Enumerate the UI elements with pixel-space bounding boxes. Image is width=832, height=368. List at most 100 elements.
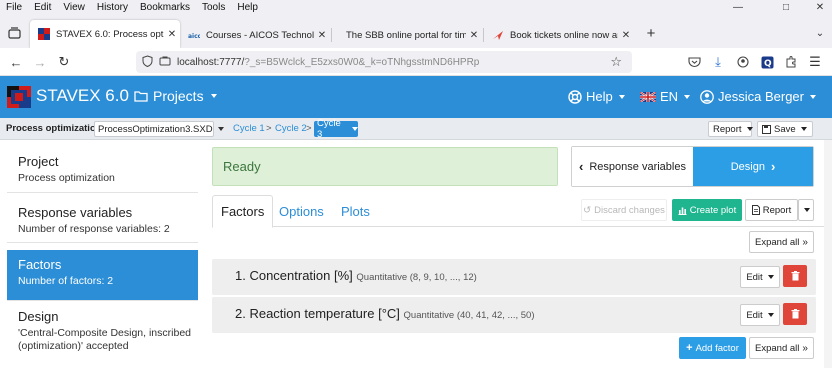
next-step-label: Design — [730, 160, 765, 173]
report-menu-button[interactable]: Report — [708, 121, 753, 137]
sidebar-item-title: Response variables — [18, 205, 133, 220]
tab-stavex[interactable]: STAVEX 6.0: Process optimization ✕ — [30, 20, 180, 48]
tab-aicos[interactable]: aicos Courses - AICOS Technologies AG ✕ — [180, 21, 330, 49]
tab-sbb[interactable]: The SBB online portal for timetable ✕ — [332, 21, 482, 49]
create-plot-label: Create plot — [689, 204, 737, 216]
list-tabs-icon[interactable]: ⌄ — [812, 25, 828, 41]
close-tab-icon[interactable]: ✕ — [466, 30, 482, 41]
cycle-3-select[interactable]: Cycle 3 — [314, 118, 358, 140]
close-tab-icon[interactable]: ✕ — [314, 30, 330, 41]
expand-all-button-bottom[interactable]: Expand all » — [749, 337, 814, 359]
cycle-1-link[interactable]: Cycle 1 — [233, 123, 265, 134]
tab-overview-icon[interactable] — [6, 25, 22, 41]
pocket-icon[interactable] — [686, 54, 702, 70]
downloads-icon[interactable]: ⤓ — [710, 54, 726, 70]
chevron-left-icon: ‹ — [579, 159, 584, 174]
sidebar-item-design[interactable]: Design 'Central-Composite Design, inscri… — [7, 302, 198, 368]
tab-factors[interactable]: Factors — [212, 195, 274, 228]
extension-icon[interactable]: Q — [759, 54, 775, 70]
stavex-logo-icon[interactable] — [7, 86, 31, 111]
trash-icon — [791, 309, 799, 319]
tab-title: Book tickets online now and fly — [510, 29, 618, 41]
svg-text:aicos: aicos — [188, 33, 200, 40]
folder-icon — [134, 91, 148, 102]
edit-factor-button[interactable]: Edit — [740, 304, 780, 326]
plane-favicon-icon — [492, 29, 504, 41]
language-label: EN — [660, 89, 679, 104]
factor-row[interactable]: 2. Reaction temperature [°C] Quantitativ… — [212, 297, 816, 333]
report-dropdown-button[interactable] — [798, 199, 814, 221]
chevron-down-icon — [746, 127, 753, 131]
file-select[interactable]: ProcessOptimization3.SXD — [94, 121, 224, 137]
next-step-button[interactable]: Design › — [693, 147, 813, 186]
report-label: Report — [762, 204, 792, 216]
create-plot-button[interactable]: Create plot — [672, 199, 742, 221]
account-icon[interactable] — [735, 54, 751, 70]
menu-edit[interactable]: Edit — [34, 2, 51, 13]
factor-row[interactable]: 1. Concentration [%] Quantitative (8, 9,… — [212, 259, 816, 295]
factor-description: Quantitative (40, 41, 42, ..., 50) — [403, 310, 535, 321]
trash-icon — [791, 271, 799, 281]
menu-file[interactable]: File — [6, 2, 22, 13]
menu-help[interactable]: Help — [237, 2, 258, 13]
chevron-down-icon — [684, 94, 691, 99]
cycle-2-link[interactable]: Cycle 2 — [275, 123, 307, 134]
url-host: localhost:7777/ — [177, 56, 245, 68]
projects-menu[interactable]: Projects — [134, 88, 217, 104]
expand-all-button-top[interactable]: Expand all » — [749, 231, 814, 253]
app-header: STAVEX 6.0 Projects Help EN Jessica Berg… — [0, 76, 832, 118]
report-button[interactable]: Report — [745, 199, 798, 221]
close-tab-icon[interactable]: ✕ — [618, 30, 634, 41]
hamburger-menu-icon[interactable]: ☰ — [807, 54, 823, 70]
factor-name: 2. Reaction temperature [°C] — [235, 306, 400, 321]
delete-factor-button[interactable] — [783, 265, 807, 287]
edit-factor-button[interactable]: Edit — [740, 266, 780, 288]
edit-label: Edit — [746, 271, 763, 283]
wizard-navigation: ‹ Response variables Design › — [571, 146, 814, 187]
tab-plots[interactable]: Plots — [333, 195, 378, 227]
discard-changes-button[interactable]: ↺ Discard changes — [581, 199, 667, 221]
forward-icon[interactable]: → — [32, 54, 48, 70]
previous-step-button[interactable]: ‹ Response variables — [572, 147, 693, 186]
tab-options[interactable]: Options — [271, 195, 332, 227]
svg-text:Q: Q — [764, 59, 772, 69]
close-tab-icon[interactable]: ✕ — [164, 29, 180, 40]
shield-icon[interactable] — [142, 54, 153, 70]
minimize-icon[interactable]: — — [718, 0, 758, 14]
delete-factor-button[interactable] — [783, 303, 807, 325]
menu-bookmarks[interactable]: Bookmarks — [140, 2, 190, 13]
language-menu[interactable]: EN — [640, 89, 691, 104]
url-bar[interactable]: localhost:7777/?_s=B5Wclck_E5zxs0W0&_k=o… — [136, 51, 632, 73]
extensions-puzzle-icon[interactable] — [783, 54, 799, 70]
add-factor-button[interactable]: + Add factor — [679, 337, 746, 359]
bookmark-star-icon[interactable]: ☆ — [610, 54, 622, 70]
sidebar-item-response-variables[interactable]: Response variables Number of response va… — [7, 199, 198, 243]
tab-title: Courses - AICOS Technologies AG — [206, 29, 314, 41]
menu-tools[interactable]: Tools — [202, 2, 225, 13]
discard-label: Discard changes — [594, 204, 665, 216]
reload-icon[interactable]: ↻ — [56, 54, 72, 70]
tab-flights[interactable]: Book tickets online now and fly ✕ — [484, 21, 634, 49]
sidebar-item-project[interactable]: Project Process optimization — [7, 148, 198, 193]
menu-history[interactable]: History — [97, 2, 128, 13]
breadcrumb-separator: > — [266, 123, 272, 134]
user-menu[interactable]: Jessica Berger — [700, 89, 816, 104]
undo-icon: ↺ — [583, 204, 592, 216]
save-button[interactable]: Save — [757, 121, 813, 137]
menu-view[interactable]: View — [63, 2, 85, 13]
chevron-right-icon: › — [770, 159, 776, 174]
help-menu[interactable]: Help — [568, 89, 625, 104]
user-name: Jessica Berger — [718, 89, 804, 104]
factor-title: 1. Concentration [%] Quantitative (8, 9,… — [235, 268, 477, 283]
app-brand[interactable]: STAVEX 6.0 — [36, 86, 129, 106]
page-info-icon[interactable] — [159, 55, 171, 70]
close-window-icon[interactable]: ✕ — [800, 0, 832, 14]
navigation-bar: ← → ↻ localhost:7777/?_s=B5Wclck_E5zxs0W… — [0, 48, 832, 76]
help-label: Help — [586, 89, 613, 104]
back-icon[interactable]: ← — [8, 54, 24, 70]
sidebar-item-factors[interactable]: Factors Number of factors: 2 — [7, 250, 198, 301]
new-tab-icon[interactable]: + — [643, 25, 659, 42]
page-scrollbar[interactable] — [824, 140, 832, 368]
chevron-down-icon — [210, 94, 217, 98]
expand-all-label: Expand all — [755, 236, 800, 248]
